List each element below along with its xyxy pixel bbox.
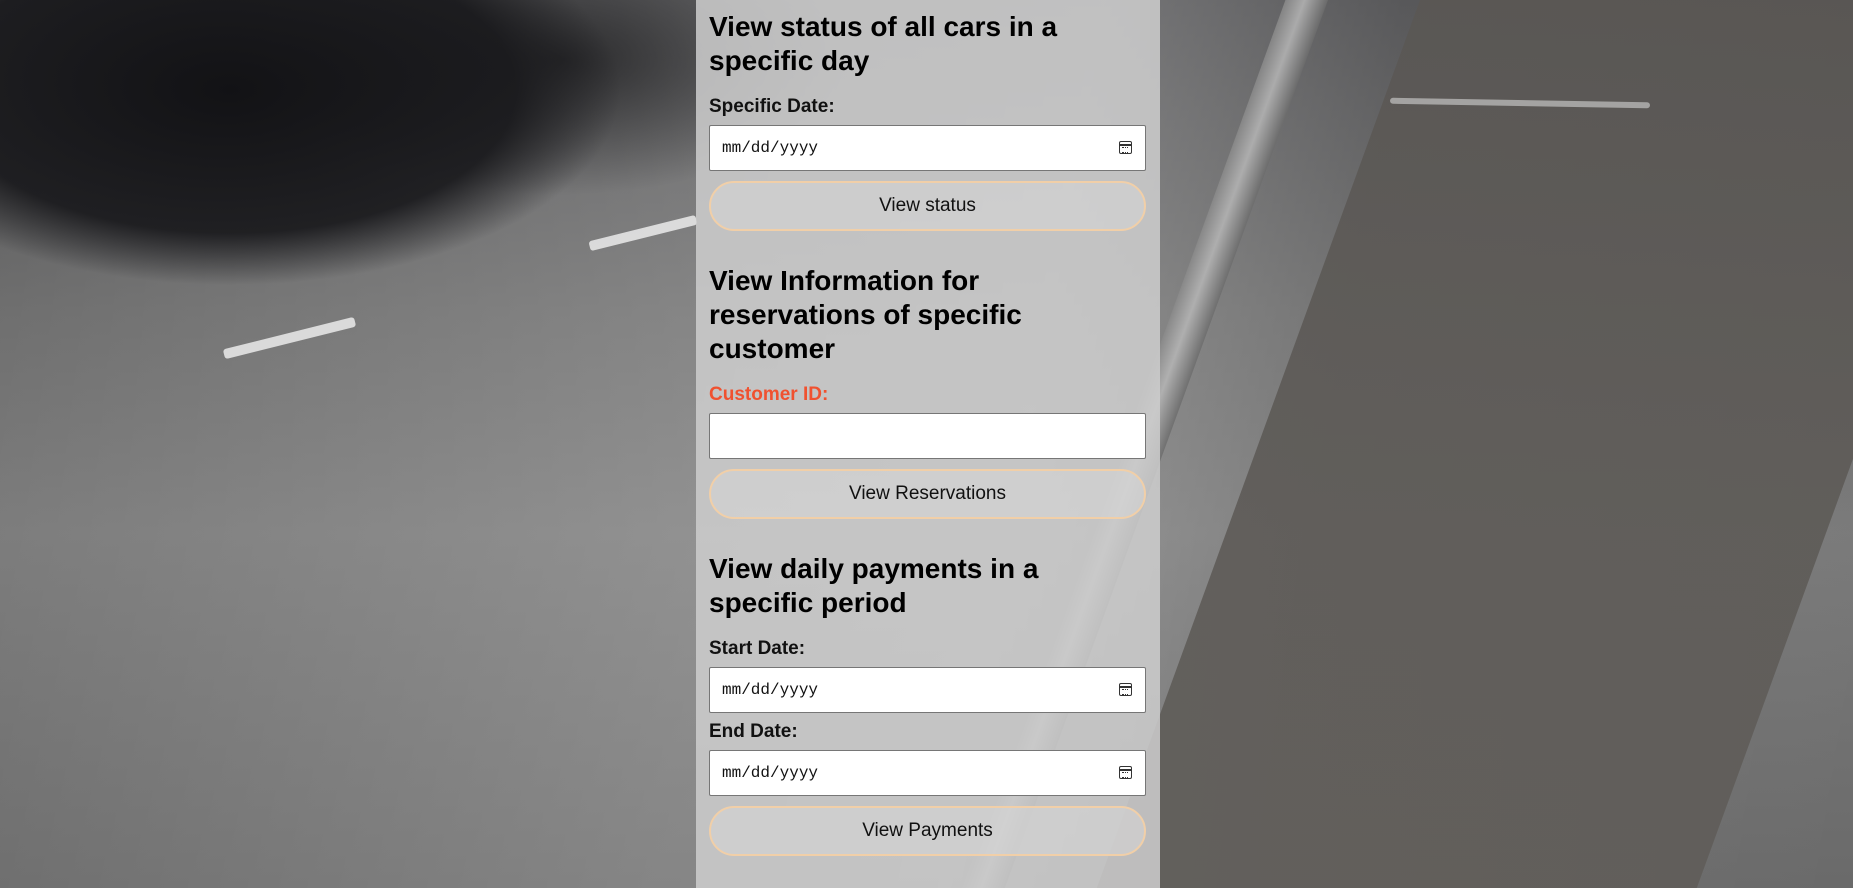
reservations-section-title: View Information for reservations of spe… — [709, 265, 1022, 364]
payments-section-title: View daily payments in a specific period — [709, 553, 1039, 618]
start-date-label: Start Date: — [709, 638, 806, 659]
admin-panel: View status of all cars in a specific da… — [696, 0, 1160, 888]
customer-id-input[interactable] — [709, 413, 1146, 459]
calendar-icon[interactable] — [1119, 766, 1132, 779]
end-date-label: End Date: — [709, 721, 798, 742]
end-date-value: mm/dd/yyyy — [722, 764, 819, 782]
specific-date-value: mm/dd/yyyy — [722, 139, 819, 157]
calendar-icon[interactable] — [1119, 683, 1132, 696]
status-section-title: View status of all cars in a specific da… — [709, 11, 1058, 76]
end-date-input[interactable]: mm/dd/yyyy — [709, 750, 1146, 796]
start-date-input[interactable]: mm/dd/yyyy — [709, 667, 1146, 713]
view-status-button[interactable]: View status — [709, 181, 1146, 231]
view-payments-button[interactable]: View Payments — [709, 806, 1146, 856]
start-date-value: mm/dd/yyyy — [722, 681, 819, 699]
view-reservations-button[interactable]: View Reservations — [709, 469, 1146, 519]
specific-date-label: Specific Date: — [709, 96, 835, 117]
specific-date-input[interactable]: mm/dd/yyyy — [709, 125, 1146, 171]
customer-id-label: Customer ID: — [709, 384, 829, 405]
calendar-icon[interactable] — [1119, 141, 1132, 154]
